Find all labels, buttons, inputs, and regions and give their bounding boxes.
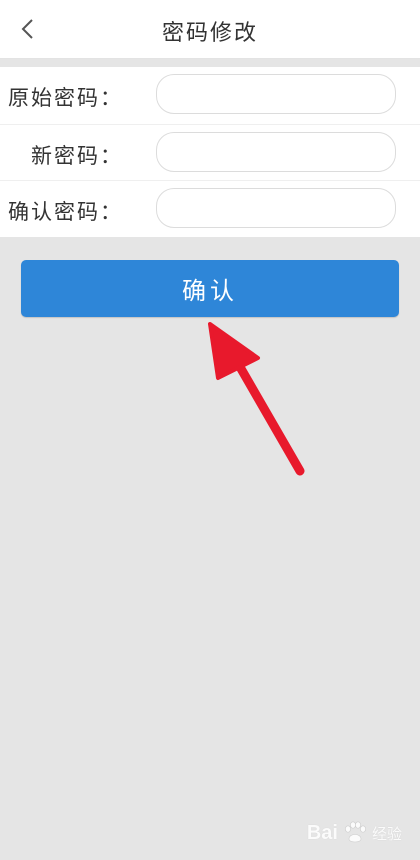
old-password-input[interactable] [156,74,396,114]
new-password-label: 新密码： [31,144,123,168]
password-form: 原始密码： 新密码： 确认密码： [0,67,420,237]
form-row-confirm-password: 确认密码： [0,180,420,237]
page-title: 密码修改 [161,21,258,46]
form-row-new-password: 新密码： [0,124,420,181]
form-row-old-password: 原始密码： [0,67,420,123]
baidu-jingyan-watermark: Bai 经验 [307,820,402,846]
watermark-brand: Bai [306,821,338,844]
header-bar: 密码修改 [0,0,420,59]
watermark-suffix: 经验 [371,824,402,843]
new-password-input[interactable] [156,132,396,172]
confirm-password-input[interactable] [156,188,396,228]
confirm-password-label: 确认密码： [8,200,123,224]
paw-icon [345,821,366,843]
old-password-label: 原始密码： [8,86,123,110]
confirm-button[interactable]: 确认 [21,260,399,317]
